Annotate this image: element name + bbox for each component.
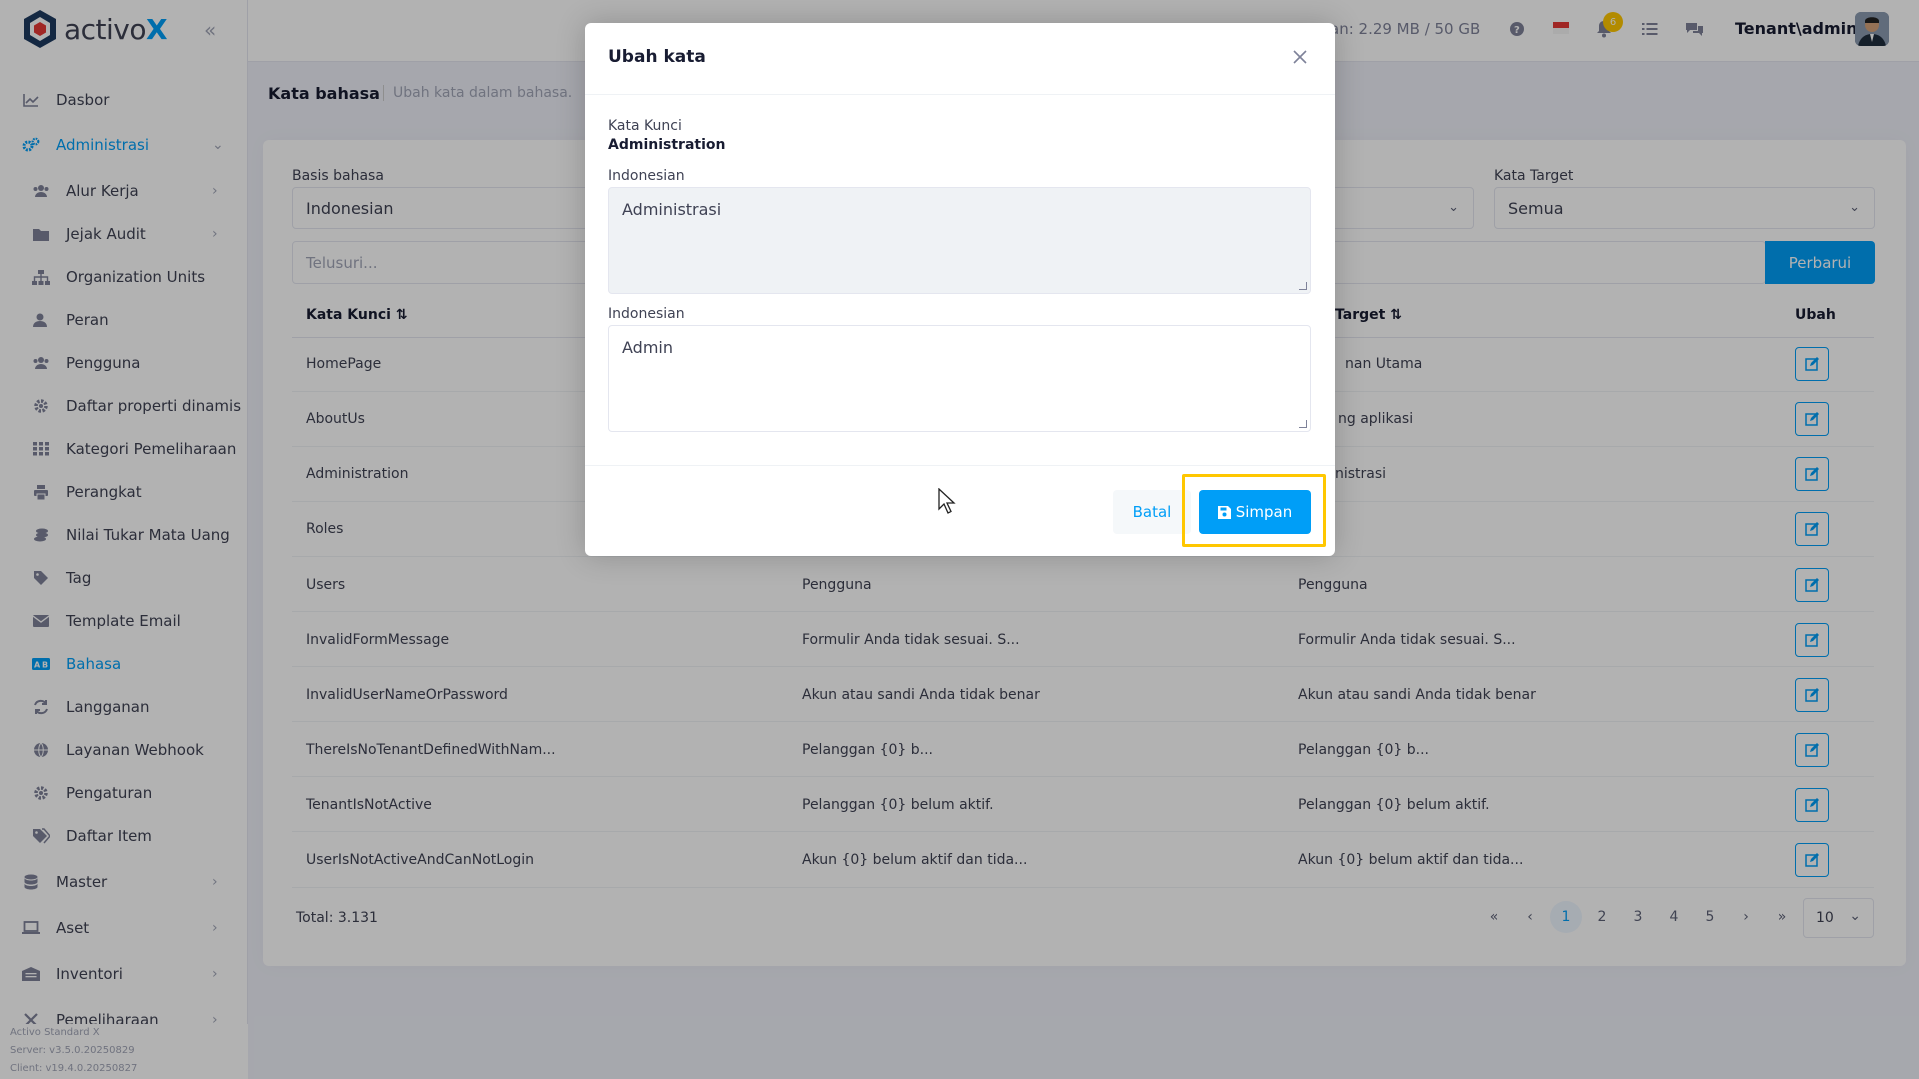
key-label: Kata Kunci — [608, 118, 682, 134]
resize-handle-icon — [1299, 282, 1307, 290]
cancel-button[interactable]: Batal — [1113, 490, 1191, 534]
modal-header: Ubah kata — [585, 23, 1335, 95]
base-text-area: Administrasi — [608, 187, 1311, 294]
resize-handle-icon[interactable] — [1299, 420, 1307, 428]
base-text-label: Indonesian — [608, 168, 685, 184]
modal-title: Ubah kata — [608, 47, 706, 67]
save-button-highlight — [1182, 474, 1326, 547]
base-text-value: Administrasi — [622, 200, 722, 219]
modal-footer-divider — [585, 465, 1335, 466]
close-icon[interactable] — [1291, 48, 1311, 68]
target-text-value: Admin — [622, 338, 673, 357]
key-value: Administration — [608, 137, 726, 153]
target-text-area[interactable]: Admin — [608, 325, 1311, 432]
mouse-cursor-icon — [938, 488, 956, 514]
target-text-label: Indonesian — [608, 306, 685, 322]
